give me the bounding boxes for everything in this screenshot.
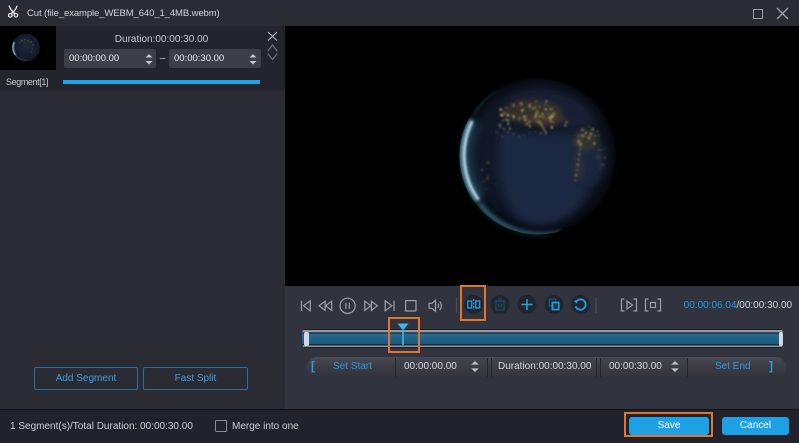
- svg-text:00:00:06.04: 00:00:06.04: [684, 300, 737, 311]
- svg-text:/00:00:30.00: /00:00:30.00: [737, 300, 793, 311]
